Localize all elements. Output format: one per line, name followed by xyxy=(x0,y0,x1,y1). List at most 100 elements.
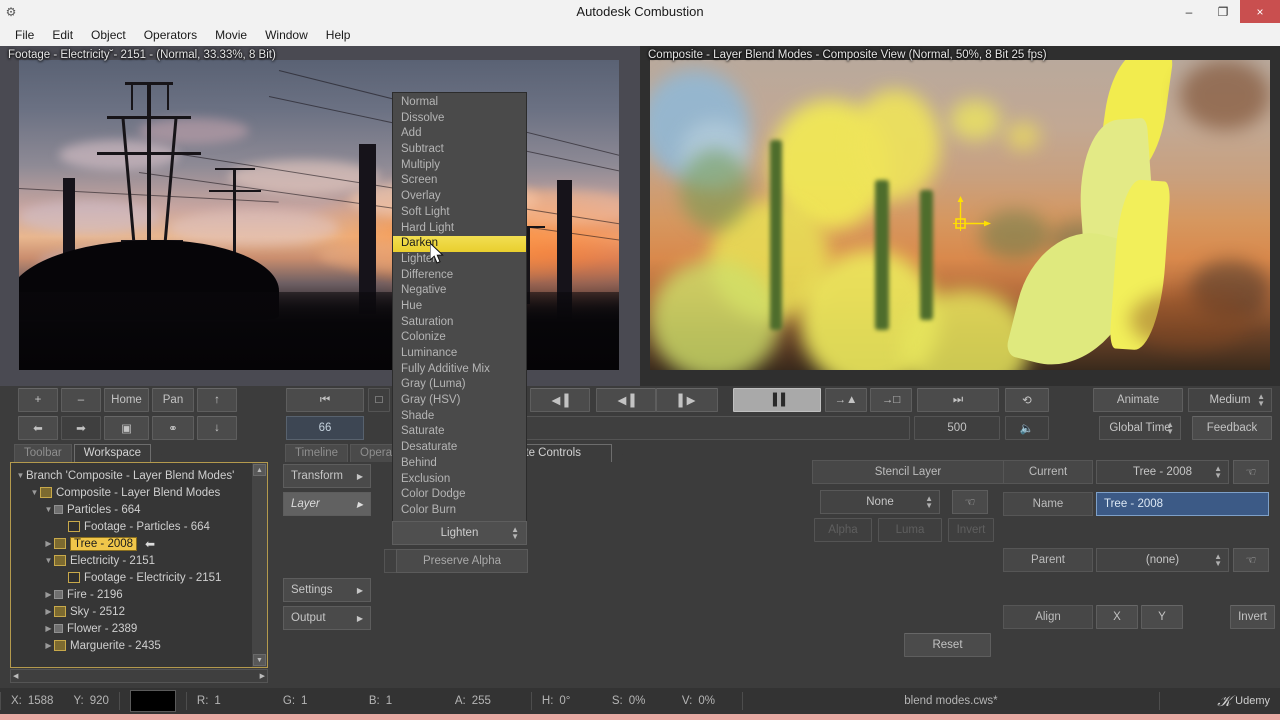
blend-mode-item-dissolve[interactable]: Dissolve xyxy=(393,111,526,127)
scroll-left-icon[interactable]: ◀ xyxy=(13,672,18,680)
blend-mode-item-gray-hsv[interactable]: Gray (HSV) xyxy=(393,393,526,409)
triangle-right-icon[interactable]: ▶ xyxy=(43,590,54,599)
current-layer-picker-button[interactable]: ☜ xyxy=(1233,460,1269,484)
blend-mode-item-difference[interactable]: Difference xyxy=(393,268,526,284)
scroll-up-icon[interactable]: ▲ xyxy=(253,464,266,476)
blend-mode-item-desaturate[interactable]: Desaturate xyxy=(393,440,526,456)
step-back-button[interactable]: ◀▐ xyxy=(530,388,590,412)
feedback-button[interactable]: Feedback xyxy=(1192,416,1272,440)
audio-toggle-button[interactable]: 🔈 xyxy=(1005,416,1049,440)
align-y-button[interactable]: Y xyxy=(1141,605,1183,629)
scroll-down-icon[interactable]: ▼ xyxy=(253,654,266,666)
animate-button[interactable]: Animate xyxy=(1093,388,1183,412)
blend-mode-item-exclusion[interactable]: Exclusion xyxy=(393,472,526,488)
step-back-one-button[interactable]: ◀▐ xyxy=(596,388,656,412)
tree-horizontal-scrollbar[interactable]: ◀ ▶ xyxy=(10,669,268,683)
tree-item[interactable]: ▶ Fire - 2196 xyxy=(15,586,267,603)
tree-item[interactable]: Footage - Electricity - 2151 xyxy=(15,569,267,586)
blend-mode-item-fully-additive-mix[interactable]: Fully Additive Mix xyxy=(393,362,526,378)
blend-mode-item-saturate[interactable]: Saturate xyxy=(393,424,526,440)
blend-mode-dropdown[interactable]: Lighten ▲ ▼ xyxy=(392,521,527,545)
triangle-down-icon[interactable]: ▼ xyxy=(43,556,54,565)
viewport-composite[interactable]: Composite - Layer Blend Modes - Composit… xyxy=(640,46,1280,386)
tree-item[interactable]: ▼ Composite - Layer Blend Modes xyxy=(15,484,267,501)
operator-output-button[interactable]: Output ▶ xyxy=(283,606,371,630)
go-to-start-button[interactable]: ⏮ xyxy=(286,388,364,412)
transform-gizmo-icon[interactable] xyxy=(950,195,994,239)
stencil-layer-dropdown[interactable]: None ▲ ▼ xyxy=(820,490,940,514)
menu-help[interactable]: Help xyxy=(317,25,360,45)
menu-window[interactable]: Window xyxy=(256,25,317,45)
pan-button[interactable]: Pan xyxy=(152,388,194,412)
parent-picker-button[interactable]: ☜ xyxy=(1233,548,1269,572)
blend-mode-item-shade[interactable]: Shade xyxy=(393,409,526,425)
blend-mode-item-hard-light[interactable]: Hard Light xyxy=(393,221,526,237)
zoom-in-button[interactable]: + xyxy=(18,388,58,412)
tree-item[interactable]: ▼ Particles - 664 xyxy=(15,501,267,518)
tree-item[interactable]: Footage - Particles - 664 xyxy=(15,518,267,535)
tree-item[interactable]: ▶ Flower - 2389 xyxy=(15,620,267,637)
blend-mode-item-luminance[interactable]: Luminance xyxy=(393,346,526,362)
operator-settings-button[interactable]: Settings ▶ xyxy=(283,578,371,602)
blend-mode-item-darken[interactable]: Darken xyxy=(393,236,526,252)
triangle-right-icon[interactable]: ▶ xyxy=(43,641,54,650)
menu-operators[interactable]: Operators xyxy=(135,25,206,45)
triangle-right-icon[interactable]: ▶ xyxy=(43,624,54,633)
prev-view-button[interactable]: ⬅ xyxy=(18,416,58,440)
time-mode-dropdown[interactable]: Global Time ▲ ▼ xyxy=(1099,416,1181,440)
operator-layer-button[interactable]: Layer ▶ xyxy=(283,492,371,516)
total-frames-field[interactable]: 500 xyxy=(914,416,1000,440)
blend-mode-item-subtract[interactable]: Subtract xyxy=(393,142,526,158)
next-view-button[interactable]: ➡ xyxy=(61,416,101,440)
tab-toolbar[interactable]: Toolbar xyxy=(14,444,72,462)
menu-edit[interactable]: Edit xyxy=(43,25,82,45)
loop-button[interactable]: ⟲ xyxy=(1005,388,1049,412)
play-pause-button[interactable]: ▐▐ xyxy=(733,388,821,412)
triangle-down-icon[interactable]: ▼ xyxy=(15,471,26,480)
tree-item[interactable]: ▶ Marguerite - 2435 xyxy=(15,637,267,654)
align-invert-button[interactable]: Invert xyxy=(1230,605,1275,629)
blend-mode-item-lighten[interactable]: Lighten xyxy=(393,252,526,268)
link-views-button[interactable]: ⚭ xyxy=(152,416,194,440)
blend-mode-item-screen[interactable]: Screen xyxy=(393,173,526,189)
zoom-out-button[interactable]: – xyxy=(61,388,101,412)
stencil-invert-button[interactable]: Invert xyxy=(948,518,994,542)
home-button[interactable]: Home xyxy=(104,388,149,412)
menu-file[interactable]: File xyxy=(6,25,43,45)
tree-item[interactable]: ▼ Branch 'Composite - Layer Blend Modes' xyxy=(15,467,267,484)
quality-dropdown[interactable]: Medium ▲ ▼ xyxy=(1188,388,1272,412)
parent-dropdown[interactable]: (none) ▲ ▼ xyxy=(1096,548,1229,572)
go-to-in-button[interactable]: →▲ xyxy=(825,388,867,412)
tab-workspace[interactable]: Workspace xyxy=(73,444,152,462)
blend-mode-item-normal[interactable]: Normal xyxy=(393,95,526,111)
triangle-right-icon[interactable]: ▶ xyxy=(43,539,54,548)
blend-mode-item-saturation[interactable]: Saturation xyxy=(393,315,526,331)
blend-mode-item-add[interactable]: Add xyxy=(393,126,526,142)
close-button[interactable]: × xyxy=(1240,0,1280,23)
load-up-button[interactable]: ↑ xyxy=(197,388,237,412)
workspace-tree[interactable]: ▼ Branch 'Composite - Layer Blend Modes' ▼… xyxy=(10,462,268,668)
blend-mode-item-hue[interactable]: Hue xyxy=(393,299,526,315)
blend-mode-menu[interactable]: Normal Dissolve Add Subtract Multiply Screen O… xyxy=(392,92,527,522)
minimize-button[interactable]: – xyxy=(1172,0,1206,23)
triangle-down-icon[interactable]: ▼ xyxy=(43,505,54,514)
reset-button[interactable]: Reset xyxy=(904,633,991,657)
layer-name-input[interactable]: Tree - 2008 xyxy=(1096,492,1269,516)
step-forward-button[interactable]: ▌▶ xyxy=(656,388,718,412)
current-layer-dropdown[interactable]: Tree - 2008 ▲ ▼ xyxy=(1096,460,1229,484)
blend-mode-item-color-dodge[interactable]: Color Dodge xyxy=(393,487,526,503)
stencil-alpha-button[interactable]: Alpha xyxy=(814,518,872,542)
load-down-button[interactable]: ↓ xyxy=(197,416,237,440)
stencil-luma-button[interactable]: Luma xyxy=(878,518,942,542)
maximize-button[interactable]: ❐ xyxy=(1206,0,1240,23)
tab-timeline[interactable]: Timeline xyxy=(285,444,349,462)
menu-object[interactable]: Object xyxy=(82,25,135,45)
keyframe-square-button[interactable]: □ xyxy=(368,388,390,412)
blend-mode-item-negative[interactable]: Negative xyxy=(393,283,526,299)
go-to-end-button[interactable]: ⏭ xyxy=(917,388,999,412)
stencil-picker-button[interactable]: ☜ xyxy=(952,490,988,514)
tree-item[interactable]: ▶ Tree - 2008 ⬅ xyxy=(15,535,267,552)
operator-transform-button[interactable]: Transform ▶ xyxy=(283,464,371,488)
tree-item[interactable]: ▶ Sky - 2512 xyxy=(15,603,267,620)
menu-movie[interactable]: Movie xyxy=(206,25,256,45)
